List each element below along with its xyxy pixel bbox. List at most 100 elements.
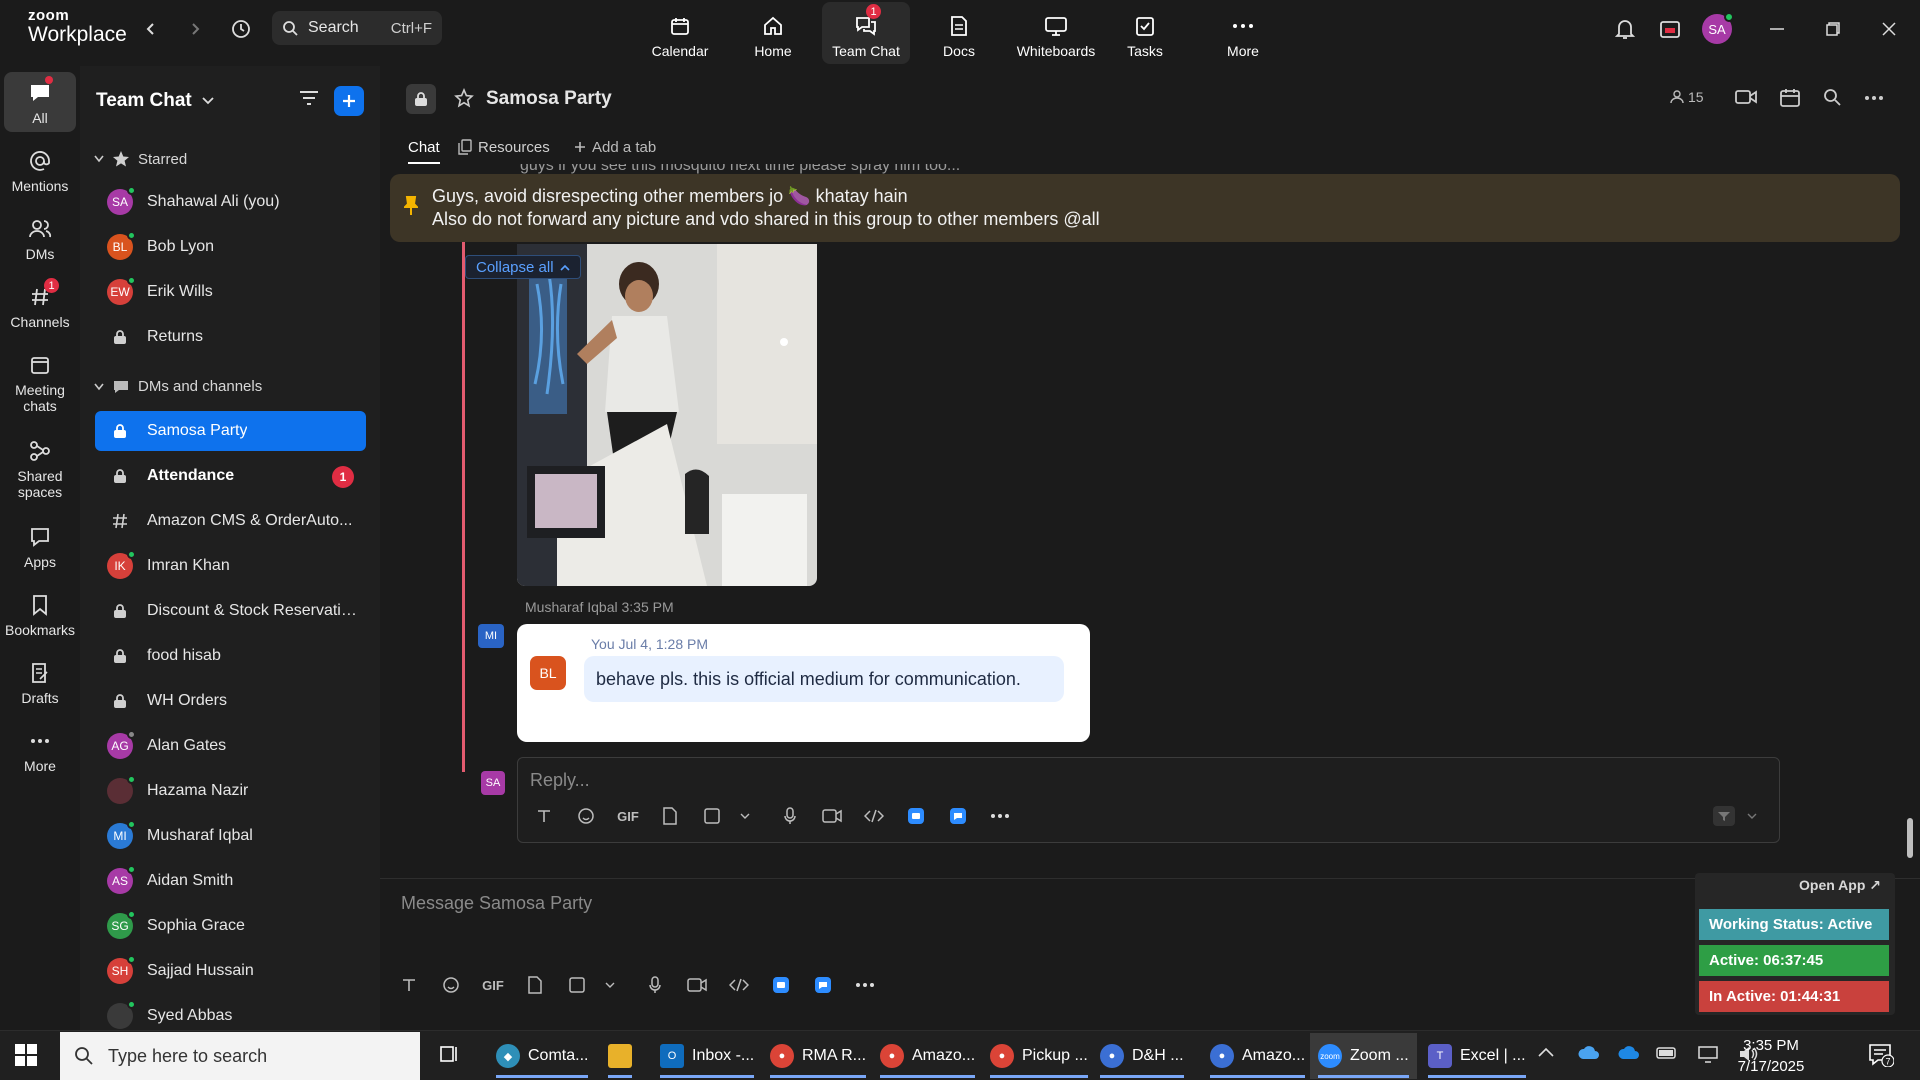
rail-item-meeting-chats[interactable]: Meeting chats [4,352,76,414]
nav-tab-more[interactable]: More [1199,2,1287,64]
members-button[interactable]: 15 [1670,89,1704,105]
nav-tab-tasks[interactable]: Tasks [1101,2,1189,64]
send-options-chevron-icon[interactable] [1747,806,1757,826]
bell-icon[interactable] [1612,16,1638,42]
message-composer[interactable]: Message Samosa Party GIF [380,878,1920,1030]
list-item-alan-gates[interactable]: AG Alan Gates [95,726,366,766]
channel-title[interactable]: Samosa Party [486,88,612,110]
onedrive-icon[interactable] [1578,1046,1600,1060]
collapse-all-button[interactable]: Collapse all [465,255,581,279]
format-text-icon[interactable] [395,973,423,997]
nav-tab-calendar[interactable]: Calendar [636,2,724,64]
app-icon-2[interactable] [809,973,837,997]
tab-resources[interactable]: Resources [458,132,550,162]
taskbar-app-chrome-rma[interactable]: ● RMA R... [762,1033,874,1079]
rail-item-more[interactable]: More [4,728,76,774]
battery-icon[interactable] [1656,1045,1678,1061]
list-item-erik-wills[interactable]: EW Erik Wills [95,272,366,312]
format-text-icon[interactable] [530,804,558,828]
back-arrow-icon[interactable] [138,16,164,42]
video-clip-icon[interactable] [818,804,846,828]
shared-photo[interactable] [517,244,817,586]
forward-arrow-icon[interactable] [182,16,208,42]
sender-name[interactable]: Musharaf Iqbal [525,599,618,615]
rail-item-drafts[interactable]: Drafts [4,660,76,706]
emoji-icon[interactable] [437,973,465,997]
list-item-amazon-cms[interactable]: Amazon CMS & OrderAuto... [95,501,366,541]
thread-reply-box[interactable]: Reply... GIF [517,757,1780,843]
microphone-icon[interactable] [776,804,804,828]
code-snippet-icon[interactable] [860,804,888,828]
list-item-attendance[interactable]: Attendance 1 [95,456,366,496]
taskbar-search-input[interactable]: Type here to search [60,1032,420,1080]
emoji-icon[interactable] [572,804,600,828]
list-item-shahawal-ali[interactable]: SA Shahawal Ali (you) [95,182,366,222]
network-icon[interactable] [1698,1045,1718,1063]
list-item-wh-orders[interactable]: WH Orders [95,681,366,721]
send-icon[interactable] [1713,806,1735,826]
file-icon[interactable] [521,973,549,997]
taskbar-app-zoom[interactable]: zoom Zoom ... [1310,1033,1417,1079]
dms-section-header[interactable]: DMs and channels [94,378,262,395]
sender-avatar[interactable]: MI [478,624,504,648]
screenshot-icon[interactable] [563,973,591,997]
open-app-link[interactable]: Open App ↗ [1799,877,1881,894]
list-item-syed-abbas[interactable]: Syed Abbas [95,996,366,1030]
taskbar-app-file-explorer[interactable] [600,1033,640,1079]
file-icon[interactable] [656,804,684,828]
list-item-hazama-nazir[interactable]: Hazama Nazir [95,771,366,811]
app-icon-1[interactable] [902,804,930,828]
calendar-status-icon[interactable] [1657,16,1683,42]
more-dots-icon[interactable] [986,804,1014,828]
new-chat-button[interactable] [334,86,364,116]
schedule-calendar-icon[interactable] [1779,88,1801,108]
minimize-icon[interactable] [1762,14,1792,44]
taskbar-app-chrome-amazon[interactable]: ● Amazo... [872,1033,983,1079]
message-input[interactable]: Message Samosa Party [401,893,592,914]
list-item-aidan-smith[interactable]: AS Aidan Smith [95,861,366,901]
taskbar-app-chrome-dh[interactable]: ● D&H ... [1092,1033,1192,1079]
app-icon-2[interactable] [944,804,972,828]
rail-item-apps[interactable]: Apps [4,524,76,570]
app-icon-1[interactable] [767,973,795,997]
taskbar-app-chrome-pickup[interactable]: ● Pickup ... [982,1033,1096,1079]
more-dots-icon[interactable] [851,973,879,997]
screenshot-icon[interactable] [698,804,726,828]
taskbar-app-chrome-amazon-2[interactable]: ● Amazo... [1202,1033,1313,1079]
list-item-bob-lyon[interactable]: BL Bob Lyon [95,227,366,267]
search-icon[interactable] [1823,88,1841,106]
list-item-food-hisab[interactable]: food hisab [95,636,366,676]
pinned-message-banner[interactable]: Guys, avoid disrespecting other members … [390,174,1900,242]
rail-item-bookmarks[interactable]: Bookmarks [4,592,76,638]
task-view-icon[interactable] [438,1043,460,1065]
reply-input[interactable]: Reply... [530,770,590,791]
list-item-discount-stock[interactable]: Discount & Stock Reservatio... [95,591,366,631]
tab-chat[interactable]: Chat [408,132,440,164]
chevron-down-icon[interactable] [740,804,750,828]
onedrive-business-icon[interactable] [1618,1046,1640,1060]
microphone-icon[interactable] [641,973,669,997]
code-snippet-icon[interactable] [725,973,753,997]
taskbar-app-excel[interactable]: T Excel | ... [1420,1033,1534,1079]
rail-item-dms[interactable]: DMs [4,216,76,262]
nav-tab-whiteboards[interactable]: Whiteboards [1008,2,1104,64]
taskbar-clock[interactable]: 3:35 PM 7/17/2025 [1716,1035,1826,1077]
nav-tab-team-chat[interactable]: 1 Team Chat [822,2,910,64]
nav-tab-home[interactable]: Home [729,2,817,64]
rail-item-mentions[interactable]: Mentions [4,148,76,194]
gif-button[interactable]: GIF [479,973,507,997]
list-item-imran-khan[interactable]: IK Imran Khan [95,546,366,586]
video-camera-icon[interactable] [1734,88,1758,106]
rail-item-channels[interactable]: 1 Channels [4,278,76,330]
team-chat-header[interactable]: Team Chat [96,90,214,112]
rail-item-shared-spaces[interactable]: Shared spaces [4,438,76,500]
filter-icon[interactable] [298,88,320,108]
quoted-message-card[interactable]: You Jul 4, 1:28 PM BL behave pls. this i… [517,624,1090,742]
list-item-musharaf-iqbal[interactable]: MI Musharaf Iqbal [95,816,366,856]
close-icon[interactable] [1874,14,1904,44]
history-icon[interactable] [228,16,254,42]
chevron-up-icon[interactable] [1538,1047,1554,1057]
list-item-sajjad-hussain[interactable]: SH Sajjad Hussain [95,951,366,991]
list-item-returns[interactable]: Returns [95,317,366,357]
more-options-icon[interactable] [1864,95,1884,101]
